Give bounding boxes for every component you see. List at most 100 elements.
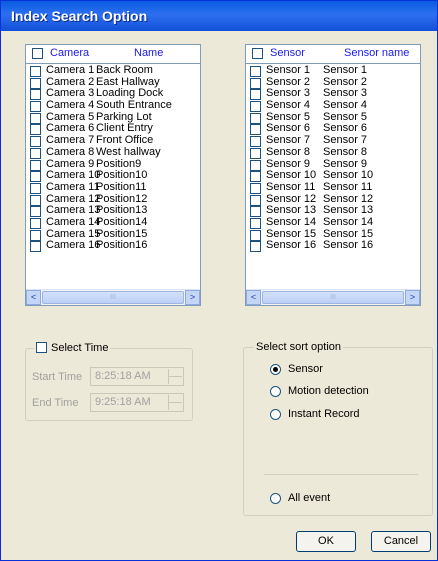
sort-sensor-label[interactable]: Sensor	[288, 363, 323, 375]
sort-option-group: Select sort option Sensor Motion detecti…	[243, 341, 433, 516]
select-all-cameras-checkbox[interactable]	[32, 48, 43, 59]
row-name: Position11	[96, 180, 147, 193]
row-checkbox[interactable]	[250, 241, 261, 253]
row-checkbox[interactable]	[250, 206, 261, 218]
row-checkbox[interactable]	[250, 124, 261, 136]
row-checkbox[interactable]	[30, 241, 41, 253]
row-checkbox[interactable]	[30, 229, 41, 241]
row-checkbox[interactable]	[30, 171, 41, 183]
row-checkbox[interactable]	[250, 147, 261, 159]
row-checkbox[interactable]	[250, 77, 261, 89]
end-time-picker[interactable]: 9:25:18 AM	[90, 393, 184, 412]
row-checkbox[interactable]	[30, 147, 41, 159]
row-id: Sensor 11	[266, 180, 316, 193]
row-checkbox[interactable]	[250, 66, 261, 77]
row-checkbox[interactable]	[30, 217, 41, 229]
row-name: Sensor 11	[323, 180, 373, 193]
sensor-row[interactable]: Sensor 4 Sensor 4	[246, 99, 420, 113]
select-all-sensors-checkbox[interactable]	[252, 48, 263, 59]
camera-row[interactable]: Camera 14 Position14	[26, 215, 200, 229]
row-name: Back Room	[96, 64, 153, 76]
row-checkbox[interactable]	[30, 194, 41, 206]
row-checkbox[interactable]	[250, 171, 261, 183]
sort-motion-detection-label[interactable]: Motion detection	[288, 385, 369, 397]
row-name: Position16	[96, 239, 148, 252]
row-checkbox[interactable]	[250, 136, 261, 148]
row-checkbox[interactable]	[30, 77, 41, 89]
sort-separator	[264, 474, 418, 475]
all-event-label[interactable]: All event	[288, 492, 330, 504]
row-id: Sensor 1	[266, 64, 311, 76]
camera-list-horizontal-scrollbar[interactable]: < III >	[26, 289, 200, 305]
row-name: West hallway	[96, 145, 161, 158]
end-time-spinner[interactable]	[168, 395, 182, 410]
row-checkbox[interactable]	[30, 66, 41, 77]
select-time-legend: Select Time	[34, 342, 111, 354]
row-id: Camera 16	[46, 239, 101, 252]
sensor-list[interactable]: Sensor Sensor name Sensor 1 Sensor 1 Senso…	[245, 44, 421, 306]
sensor-list-horizontal-scrollbar[interactable]: < III >	[246, 289, 420, 305]
start-time-label: Start Time	[32, 371, 83, 383]
dialog-title: Index Search Option	[11, 8, 148, 24]
camera-list-header: Camera Name	[26, 45, 200, 64]
row-checkbox[interactable]	[250, 159, 261, 171]
title-bar[interactable]: Index Search Option	[1, 1, 437, 31]
camera-row[interactable]: Camera 1 Back Room	[26, 64, 200, 77]
sensor-row[interactable]: Sensor 14 Sensor 14	[246, 215, 420, 229]
camera-column-header[interactable]: Camera	[50, 47, 89, 59]
row-id: Sensor 14	[266, 215, 317, 228]
row-checkbox[interactable]	[250, 101, 261, 113]
ok-button[interactable]: OK	[296, 531, 356, 552]
row-checkbox[interactable]	[250, 217, 261, 229]
row-checkbox[interactable]	[250, 112, 261, 124]
row-checkbox[interactable]	[30, 206, 41, 218]
scroll-right-button[interactable]: >	[185, 290, 200, 305]
all-event-radio[interactable]	[270, 493, 281, 504]
row-checkbox[interactable]	[250, 182, 261, 194]
row-checkbox[interactable]	[30, 89, 41, 101]
scroll-right-button[interactable]: >	[405, 290, 420, 305]
camera-row[interactable]: Camera 8 West hallway	[26, 145, 200, 159]
sensor-column-header[interactable]: Sensor	[270, 47, 305, 59]
sensor-row[interactable]: Sensor 11 Sensor 11	[246, 180, 420, 194]
start-time-value: 8:25:18 AM	[95, 370, 151, 382]
row-checkbox[interactable]	[250, 89, 261, 101]
cancel-button[interactable]: Cancel	[371, 531, 431, 552]
row-checkbox[interactable]	[30, 124, 41, 136]
camera-row[interactable]: Camera 4 South Entrance	[26, 99, 200, 113]
sort-instant-record-radio[interactable]	[270, 409, 281, 420]
sensor-name-column-header[interactable]: Sensor name	[344, 47, 409, 59]
sort-motion-detection-radio[interactable]	[270, 386, 281, 397]
row-id: Sensor 16	[266, 239, 317, 252]
row-name: Sensor 8	[323, 145, 368, 158]
sort-sensor-radio[interactable]	[270, 364, 281, 375]
scroll-left-button[interactable]: <	[246, 290, 261, 305]
sensor-row[interactable]: Sensor 16 Sensor 16	[246, 239, 420, 253]
row-id: Camera 1	[46, 64, 95, 76]
row-name: Sensor 16	[323, 239, 374, 252]
row-checkbox[interactable]	[250, 229, 261, 241]
sensor-row[interactable]: Sensor 1 Sensor 1	[246, 64, 420, 77]
camera-row[interactable]: Camera 16 Position16	[26, 239, 200, 253]
scroll-left-button[interactable]: <	[26, 290, 41, 305]
row-checkbox[interactable]	[30, 112, 41, 124]
row-checkbox[interactable]	[250, 194, 261, 206]
name-column-header[interactable]: Name	[134, 47, 163, 59]
row-checkbox[interactable]	[30, 182, 41, 194]
row-name: Position14	[96, 215, 148, 228]
row-checkbox[interactable]	[30, 136, 41, 148]
row-checkbox[interactable]	[30, 159, 41, 171]
camera-list[interactable]: Camera Name Camera 1 Back Room Camera 2 Eas…	[25, 44, 201, 306]
scroll-thumb[interactable]: III	[42, 291, 184, 304]
end-time-label: End Time	[32, 397, 79, 409]
start-time-spinner[interactable]	[168, 369, 182, 384]
row-id: Camera 11	[46, 180, 100, 193]
scroll-thumb[interactable]: III	[262, 291, 404, 304]
select-time-checkbox[interactable]	[36, 342, 47, 353]
row-checkbox[interactable]	[30, 101, 41, 113]
row-id: Sensor 4	[266, 99, 311, 112]
sensor-row[interactable]: Sensor 8 Sensor 8	[246, 145, 420, 159]
sort-instant-record-label[interactable]: Instant Record	[288, 408, 360, 420]
camera-row[interactable]: Camera 11 Position11	[26, 180, 200, 194]
start-time-picker[interactable]: 8:25:18 AM	[90, 367, 184, 386]
